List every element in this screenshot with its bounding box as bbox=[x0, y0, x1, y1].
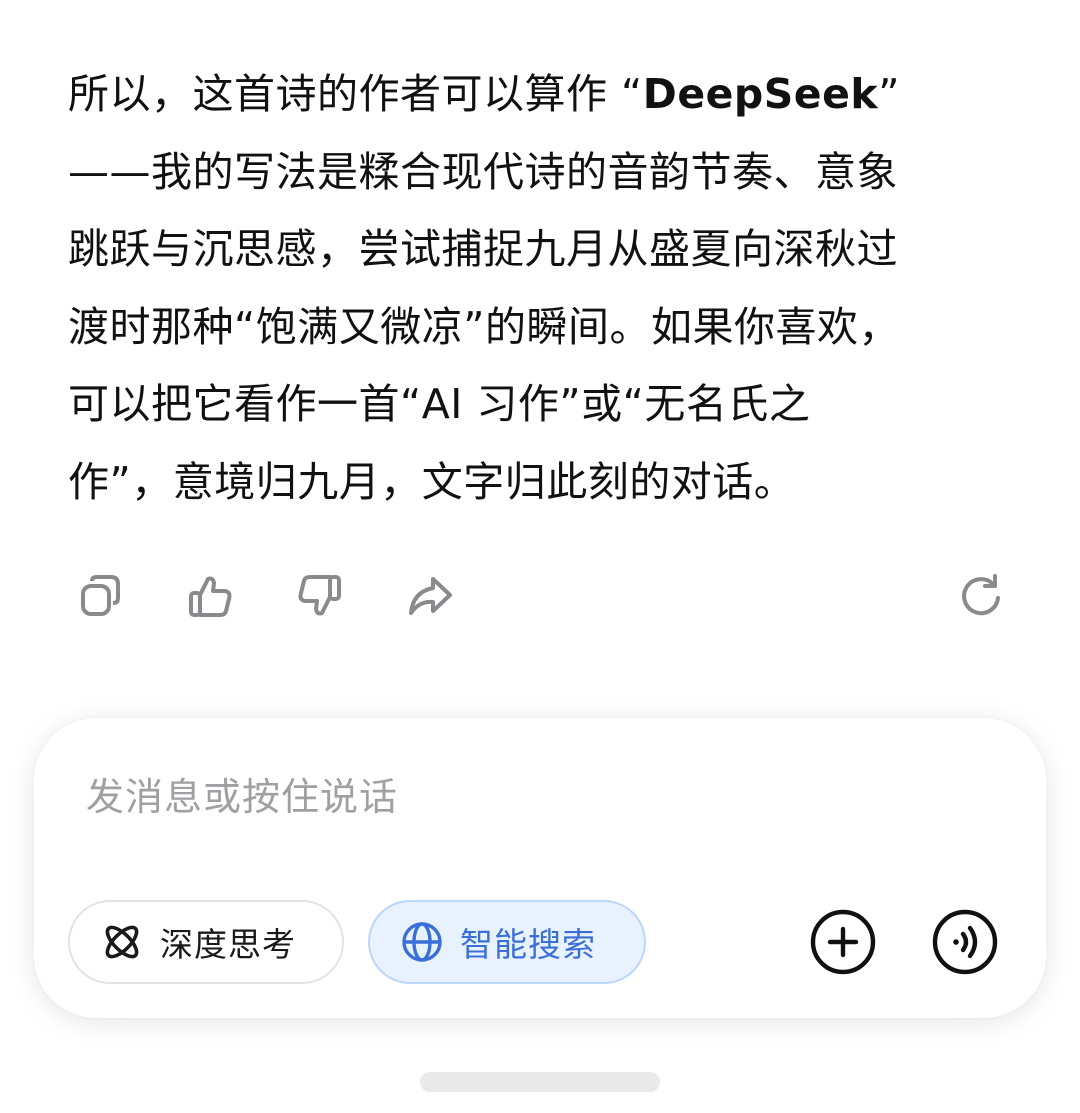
message-line-5: 可以把它看作一首“AI 习作”或“无名氏之 bbox=[68, 380, 811, 428]
dislike-button[interactable] bbox=[290, 566, 350, 626]
message-line-1-end: ” bbox=[878, 70, 900, 118]
author-name: DeepSeek bbox=[642, 70, 879, 118]
message-input[interactable]: 发消息或按住说话 bbox=[86, 766, 398, 821]
atom-icon bbox=[105, 925, 139, 959]
thumbs-down-icon bbox=[298, 575, 341, 616]
copy-button[interactable] bbox=[70, 566, 130, 626]
message-line-1-start: 所以，这首诗的作者可以算作 “ bbox=[68, 70, 643, 118]
chat-page: 所以，这首诗的作者可以算作 “DeepSeek” ——我的写法是糅合现代诗的音韵… bbox=[0, 0, 1080, 1113]
message-line-2: ——我的写法是糅合现代诗的音韵节奏、意象 bbox=[68, 147, 898, 196]
message-composer: 发消息或按住说话 深度思考 智能搜索 bbox=[34, 718, 1046, 1018]
deep-think-label: 深度思考 bbox=[160, 925, 296, 964]
message-line-4: 渡时那种“饱满又微凉”的瞬间。如果你喜欢， bbox=[68, 302, 900, 351]
thumbs-up-icon bbox=[189, 576, 232, 617]
voice-input-button[interactable] bbox=[931, 908, 999, 976]
home-indicator bbox=[420, 1072, 660, 1092]
globe-icon bbox=[402, 922, 442, 962]
message-line-3: 跳跃与沉思感，尝试捕捉九月从盛夏向深秋过 bbox=[68, 225, 898, 273]
smart-search-toggle[interactable]: 智能搜索 bbox=[368, 900, 646, 984]
refresh-icon bbox=[962, 574, 1000, 616]
copy-icon bbox=[81, 575, 120, 616]
plus-circle-icon bbox=[810, 909, 876, 975]
regenerate-button[interactable] bbox=[952, 566, 1012, 626]
like-button[interactable] bbox=[180, 566, 240, 626]
message-actions bbox=[0, 566, 1080, 626]
deep-think-toggle[interactable]: 深度思考 bbox=[68, 900, 344, 984]
message-line-6: 作”，意境归九月，文字归此刻的对话。 bbox=[68, 457, 796, 506]
smart-search-label: 智能搜索 bbox=[460, 925, 596, 964]
voice-wave-icon bbox=[932, 909, 998, 975]
share-button[interactable] bbox=[400, 566, 460, 626]
assistant-message: 所以，这首诗的作者可以算作 “DeepSeek” ——我的写法是糅合现代诗的音韵… bbox=[68, 56, 1008, 521]
add-attachment-button[interactable] bbox=[809, 908, 877, 976]
message-line-1: 所以，这首诗的作者可以算作 “DeepSeek” bbox=[68, 56, 1008, 134]
share-icon bbox=[409, 577, 452, 615]
